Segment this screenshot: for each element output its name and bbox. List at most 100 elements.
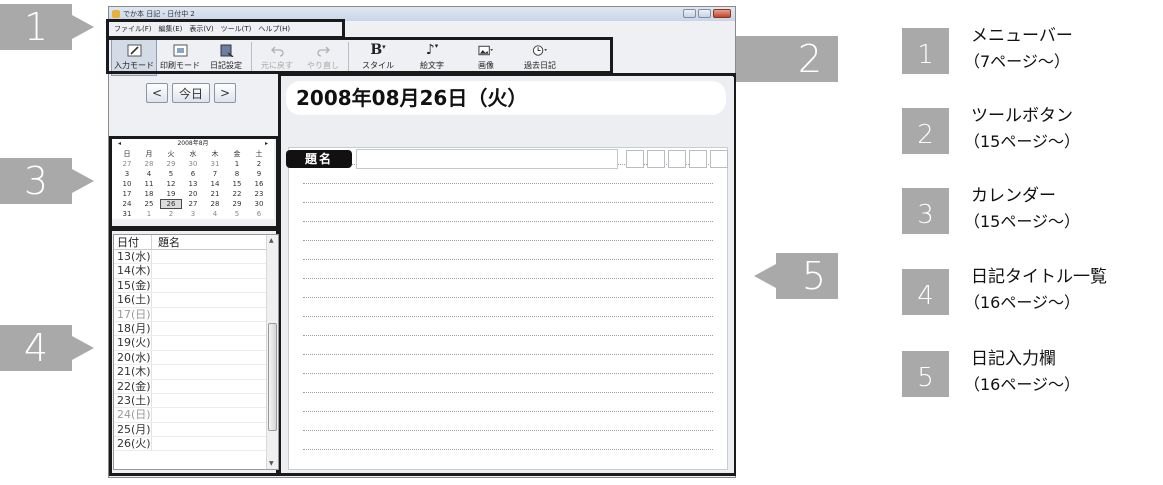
today-button[interactable]: 今日	[172, 83, 210, 103]
legend-page-ref: （15ページ〜）	[964, 212, 1081, 231]
callout-4: 4	[0, 325, 72, 371]
list-item[interactable]: 26(火)	[114, 437, 266, 452]
legend-page-ref: （15ページ〜）	[964, 132, 1081, 151]
calendar-day[interactable]: 3	[182, 209, 204, 219]
diary-body-input[interactable]	[288, 147, 728, 470]
calendar-day[interactable]: 30	[182, 159, 204, 169]
close-icon[interactable]	[713, 9, 731, 18]
calendar-next-month-icon[interactable]: ▸	[265, 139, 268, 149]
list-item[interactable]: 16(土)	[114, 293, 266, 308]
calendar-day[interactable]: 29	[226, 199, 248, 209]
list-item[interactable]: 15(金)	[114, 278, 266, 294]
mood-box[interactable]	[668, 150, 686, 168]
calendar-weekday: 金	[233, 150, 241, 158]
list-item[interactable]: 14(木)	[114, 264, 266, 279]
list-item[interactable]: 19(火)	[114, 336, 266, 351]
mood-box[interactable]	[647, 150, 665, 168]
calendar-day[interactable]: 18	[138, 189, 160, 199]
calendar-day[interactable]: 12	[160, 179, 182, 189]
calendar-day[interactable]: 4	[204, 209, 226, 219]
list-item[interactable]: 18(月)	[114, 321, 266, 337]
column-header-date[interactable]: 日付	[114, 235, 152, 249]
calendar-day[interactable]: 31	[116, 209, 138, 219]
list-item-date: 23(土)	[117, 393, 152, 408]
calendar-day[interactable]: 9	[248, 169, 270, 179]
title-input[interactable]	[356, 149, 618, 169]
mood-box[interactable]	[626, 150, 644, 168]
callout-5: 5	[776, 253, 838, 299]
list-item[interactable]: 23(土)	[114, 393, 266, 409]
list-item[interactable]: 24(日)	[114, 408, 266, 423]
calendar-day[interactable]: 2	[248, 159, 270, 169]
list-item[interactable]: 20(水)	[114, 350, 266, 366]
calendar-day[interactable]: 8	[226, 169, 248, 179]
calendar-day[interactable]: 29	[160, 159, 182, 169]
calendar-day[interactable]: 3	[116, 169, 138, 179]
callout-3-number: 3	[23, 159, 49, 203]
calendar-day[interactable]: 1	[138, 209, 160, 219]
calendar-day[interactable]: 5	[226, 209, 248, 219]
calendar-month-label: 2008年8月	[177, 140, 209, 147]
calendar-day[interactable]: 7	[204, 169, 226, 179]
calendar-day[interactable]: 31	[204, 159, 226, 169]
scroll-up-icon[interactable]: ▲	[269, 237, 274, 244]
calendar-day[interactable]: 22	[226, 189, 248, 199]
calendar-day[interactable]: 30	[248, 199, 270, 209]
calendar-day[interactable]: 25	[138, 199, 160, 209]
legend-title: ツールボタン	[971, 106, 1073, 126]
mood-box[interactable]	[689, 150, 707, 168]
calendar-day[interactable]: 20	[182, 189, 204, 199]
list-item-date: 17(日)	[117, 307, 152, 321]
calendar-prev-month-icon[interactable]: ◂	[118, 139, 121, 149]
title-list-header: 日付 題名	[114, 235, 266, 250]
next-icon: >	[219, 86, 231, 100]
title-list-scrollbar[interactable]: ▲ ▼	[266, 235, 278, 469]
calendar-day[interactable]: 24	[116, 199, 138, 209]
callout-5-number: 5	[801, 254, 826, 298]
calendar-day[interactable]: 19	[160, 189, 182, 199]
calendar-day[interactable]: 17	[116, 189, 138, 199]
ruled-line	[303, 335, 713, 336]
calendar-day[interactable]: 11	[138, 179, 160, 189]
scroll-down-icon[interactable]: ▼	[269, 460, 274, 467]
calendar-day[interactable]: 6	[248, 209, 270, 219]
list-item[interactable]: 22(金)	[114, 379, 266, 394]
prev-day-button[interactable]: <	[146, 83, 168, 103]
calendar-day[interactable]: 5	[160, 169, 182, 179]
calendar-day[interactable]: 2	[160, 209, 182, 219]
calendar-day[interactable]: 21	[204, 189, 226, 199]
calendar-day[interactable]: 27	[182, 199, 204, 209]
ruled-line	[303, 278, 713, 279]
calendar-day[interactable]: 15	[226, 179, 248, 189]
list-item[interactable]: 25(月)	[114, 422, 266, 438]
list-item-date: 16(土)	[117, 293, 152, 307]
scroll-thumb[interactable]	[268, 323, 277, 431]
mood-box[interactable]	[710, 150, 728, 168]
ruled-line	[303, 202, 713, 203]
calendar-day[interactable]: 4	[138, 169, 160, 179]
minimize-icon[interactable]	[683, 9, 696, 18]
calendar-day[interactable]: 16	[248, 179, 270, 189]
calendar-day[interactable]: 13	[182, 179, 204, 189]
calendar-day[interactable]: 10	[116, 179, 138, 189]
calendar-day[interactable]: 1	[226, 159, 248, 169]
list-item[interactable]: 17(日)	[114, 307, 266, 322]
ruled-line	[303, 316, 713, 317]
next-day-button[interactable]: >	[214, 83, 236, 103]
calendar-day[interactable]: 28	[204, 199, 226, 209]
column-header-title[interactable]: 題名	[152, 235, 180, 249]
ruled-line	[303, 183, 713, 184]
calendar-day[interactable]: 27	[116, 159, 138, 169]
calendar-day[interactable]: 6	[182, 169, 204, 179]
list-item-date: 20(水)	[117, 350, 152, 365]
calendar-day[interactable]: 28	[138, 159, 160, 169]
calendar-day[interactable]: 26	[160, 199, 182, 209]
title-label: 題名	[286, 150, 352, 168]
list-item-date: 21(木)	[117, 365, 152, 379]
list-item[interactable]: 13(水)	[114, 250, 266, 265]
calendar-day[interactable]: 14	[204, 179, 226, 189]
maximize-icon[interactable]	[698, 9, 711, 18]
calendar-day[interactable]: 23	[248, 189, 270, 199]
list-item-date: 13(水)	[117, 250, 152, 264]
list-item[interactable]: 21(木)	[114, 365, 266, 380]
